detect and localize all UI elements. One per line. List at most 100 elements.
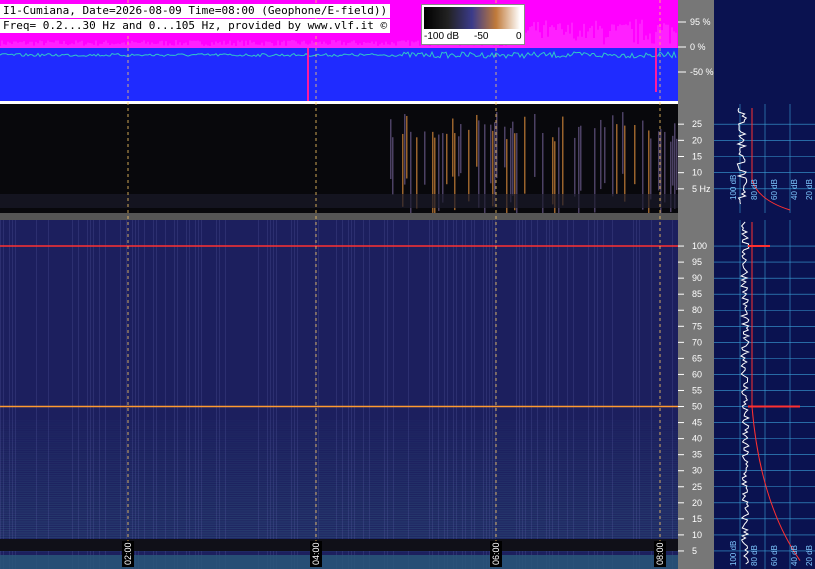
geophone-streak xyxy=(504,126,506,168)
efield-noise-band xyxy=(0,433,678,435)
efield-vertical-noise xyxy=(336,220,337,569)
efield-vertical-noise xyxy=(99,220,100,569)
efield-vertical-noise xyxy=(486,220,487,569)
efield-vertical-noise xyxy=(93,220,94,569)
geo-db-label: 60 dB xyxy=(770,179,779,200)
scale-label-min: -100 dB xyxy=(424,31,460,42)
efield-noise-band xyxy=(0,446,678,448)
time-tick-label: 08:00 xyxy=(655,542,665,565)
efield-noise-band xyxy=(0,439,678,442)
efield-vertical-noise xyxy=(588,220,589,569)
efield-tick-label: 15 xyxy=(692,514,702,524)
efield-vertical-noise xyxy=(318,220,319,569)
efield-noise-band xyxy=(0,461,678,464)
efield-vertical-noise xyxy=(297,220,298,569)
header-line-1: I1-Cumiana, Date=2026-08-09 Time=08:00 (… xyxy=(0,4,391,18)
efield-vertical-noise xyxy=(198,220,199,569)
efield-noise-band xyxy=(0,450,678,453)
geophone-streak xyxy=(634,125,636,185)
geo-tick-label: 25 xyxy=(692,119,702,129)
efield-vertical-noise xyxy=(120,220,121,569)
geophone-streak xyxy=(404,114,406,185)
time-tick-label: 04:00 xyxy=(311,542,321,565)
efield-vertical-noise xyxy=(267,220,268,569)
efield-noise-band xyxy=(0,420,678,422)
geophone-streak xyxy=(406,115,408,179)
efield-vertical-noise xyxy=(258,220,259,569)
scale-label-mid: -50 xyxy=(474,31,489,42)
efield-db-label: 100 dB xyxy=(729,541,738,566)
efield-tick-label: 70 xyxy=(692,337,702,347)
efield-noise-band xyxy=(0,488,678,490)
geophone-streak xyxy=(468,129,470,202)
efield-vertical-noise xyxy=(48,220,49,569)
efield-vertical-noise xyxy=(444,220,445,569)
efield-vertical-noise xyxy=(447,220,448,569)
header-line-2: Freq= 0.2...30 Hz and 0...105 Hz, provid… xyxy=(0,19,391,33)
efield-noise-band xyxy=(0,466,678,468)
geophone-streak xyxy=(664,131,666,203)
efield-vertical-noise xyxy=(522,220,523,569)
efield-noise-band xyxy=(0,512,678,514)
efield-vertical-noise xyxy=(492,220,493,569)
efield-vertical-noise xyxy=(363,220,364,569)
efield-vertical-noise xyxy=(348,220,349,569)
geo-tick-label: 20 xyxy=(692,135,702,145)
efield-noise-band xyxy=(0,444,678,446)
efield-vertical-noise xyxy=(546,220,547,569)
geophone-streak xyxy=(604,127,606,184)
efield-vertical-noise xyxy=(195,220,196,569)
amp-tick-label: 0 % xyxy=(690,42,706,52)
efield-noise-band xyxy=(0,525,678,528)
efield-vertical-noise xyxy=(633,220,634,569)
efield-noise-band xyxy=(0,499,678,501)
geophone-streak xyxy=(490,124,492,184)
efield-noise-band xyxy=(0,530,678,532)
efield-noise-band xyxy=(0,497,678,499)
efield-noise-band xyxy=(0,448,678,451)
efield-noise-band xyxy=(0,464,678,466)
spectrogram-figure: 02:00 04:00 06:00 08:00 95 % 0 % -50 % 25 20 15 10… xyxy=(0,0,815,569)
efield-noise-band xyxy=(0,479,678,481)
geophone-streak xyxy=(624,125,626,202)
efield-vertical-noise xyxy=(78,220,79,569)
db-gradient xyxy=(424,7,520,29)
time-tick-label: 02:00 xyxy=(123,542,133,565)
efield-noise-band xyxy=(0,503,678,506)
geophone-streak xyxy=(650,138,652,200)
efield-vertical-noise xyxy=(177,220,178,569)
efield-tick-label: 60 xyxy=(692,369,702,379)
efield-noise-band xyxy=(0,521,678,523)
efield-noise-band xyxy=(0,455,678,457)
efield-noise-band xyxy=(0,431,678,433)
efield-vertical-noise xyxy=(186,220,187,569)
efield-tick-label: 30 xyxy=(692,466,702,476)
efield-vertical-noise xyxy=(15,220,16,569)
efield-tick-label: 100 xyxy=(692,241,707,251)
geophone-streak xyxy=(524,116,526,194)
efield-noise-band xyxy=(0,501,678,503)
efield-vertical-noise xyxy=(132,220,133,569)
efield-vertical-noise xyxy=(144,220,145,569)
efield-vertical-noise xyxy=(105,220,106,569)
scale-label-max: 0 xyxy=(516,31,522,42)
efield-noise-band xyxy=(0,486,678,488)
efield-vertical-noise xyxy=(465,220,466,569)
efield-noise-band xyxy=(0,477,678,479)
geophone-streak xyxy=(512,121,514,196)
efield-noise-band xyxy=(0,516,678,519)
efield-vertical-noise xyxy=(636,220,637,569)
efield-vertical-noise xyxy=(537,220,538,569)
efield-vertical-noise xyxy=(273,220,274,569)
efield-tick-label: 45 xyxy=(692,418,702,428)
efield-vertical-noise xyxy=(351,220,352,569)
efield-tick-label: 20 xyxy=(692,498,702,508)
efield-bottom-band xyxy=(0,555,678,569)
geophone-streak xyxy=(672,135,674,186)
efield-bottom-dark-band xyxy=(0,539,678,551)
efield-vertical-noise xyxy=(639,220,640,569)
efield-vertical-noise xyxy=(12,220,13,569)
efield-noise-band xyxy=(0,468,678,470)
efield-vertical-noise xyxy=(135,220,136,569)
efield-tick-label: 35 xyxy=(692,450,702,460)
